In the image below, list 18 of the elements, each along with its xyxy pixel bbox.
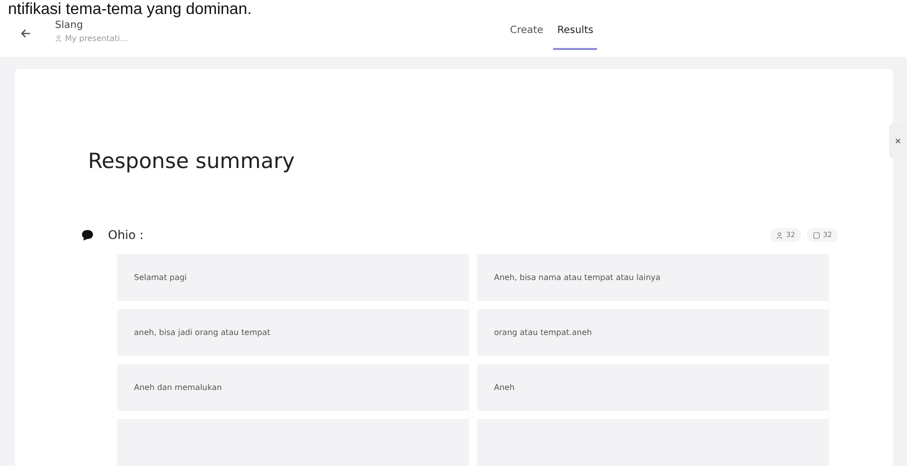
chat-icon — [813, 232, 820, 238]
tab[interactable]: Results — [553, 20, 598, 50]
presentation-title: Slang — [55, 20, 84, 31]
tab[interactable]: Create — [506, 20, 548, 50]
answer-card: Aneh — [477, 364, 829, 411]
question-label: Ohio : — [108, 228, 145, 242]
answer-card: orang atau tempat.aneh — [477, 309, 829, 356]
person-icon — [776, 232, 784, 238]
person-icon — [55, 34, 62, 42]
folder-name: My presentati... — [65, 34, 128, 43]
answer-card: aneh, bisa jadi orang atau tempat — [117, 309, 469, 356]
back-arrow-icon[interactable] — [20, 28, 31, 39]
answer-card: Selamat pagi — [117, 254, 469, 301]
answer-card: Aneh, bisa nama atau tempat atau lainya — [477, 254, 829, 301]
answer-card: Aneh dan memalukan — [117, 364, 469, 411]
summary-title: Response summary — [88, 149, 296, 173]
speech-bubble-icon — [81, 229, 94, 241]
caption-text: ntifikasi tema-tema yang dominan. — [8, 0, 252, 19]
